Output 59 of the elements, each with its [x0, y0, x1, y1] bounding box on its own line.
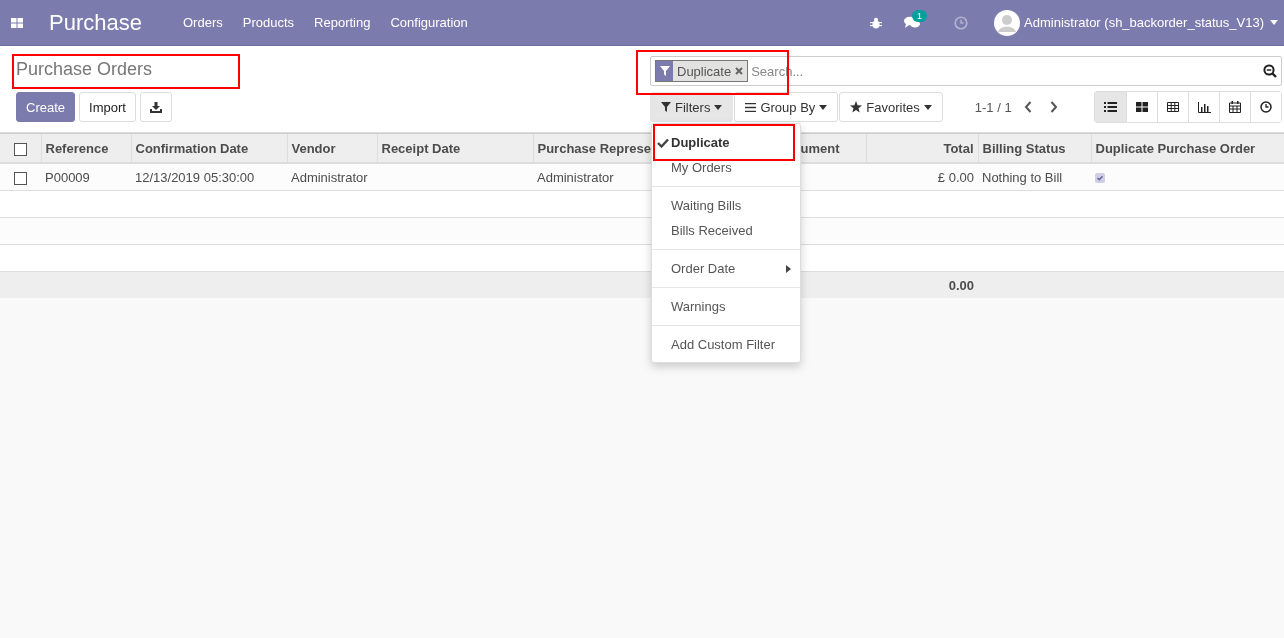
import-button[interactable]: Import: [79, 92, 136, 122]
create-button[interactable]: Create: [16, 92, 76, 122]
checkmark-icon: [657, 137, 669, 148]
table-cell: £ 0.00: [937, 169, 974, 185]
caret-icon[interactable]: [1270, 20, 1278, 25]
notification-badge: 1: [912, 10, 928, 22]
filter-option[interactable]: Duplicate: [652, 130, 800, 155]
total-sum: 0.00: [948, 277, 974, 293]
apps-menu-icon[interactable]: [11, 17, 23, 28]
select-all-checkbox[interactable]: [13, 142, 27, 156]
table-cell: 12/13/2019 05:30:00: [135, 169, 255, 185]
chevron-right-icon[interactable]: [1049, 101, 1058, 113]
pager-value: 1-1 / 1: [974, 99, 1012, 115]
column-header[interactable]: ument: [800, 140, 840, 156]
filter-facet[interactable]: Duplicate: [655, 60, 749, 82]
caret-icon: [714, 104, 723, 110]
view-switch-button[interactable]: [1250, 92, 1281, 122]
star-icon: [850, 101, 863, 113]
nav-menu-item[interactable]: Reporting: [304, 15, 381, 30]
table-icon: [1167, 102, 1179, 112]
row-checkbox[interactable]: [14, 171, 27, 185]
list-icon: [1104, 102, 1117, 112]
filter-option[interactable]: Order Date: [652, 256, 800, 281]
user-menu[interactable]: Administrator (sh_backorder_status_V13): [1024, 15, 1264, 30]
table-cell: Administrator: [537, 169, 614, 185]
view-switch-button[interactable]: [1095, 92, 1126, 122]
filter-option[interactable]: Warnings: [652, 294, 800, 319]
search-menu-button[interactable]: Filters: [650, 92, 734, 122]
search-icon[interactable]: [1263, 64, 1277, 78]
nav-menu-item[interactable]: Orders: [173, 15, 233, 30]
avatar-icon[interactable]: [994, 9, 1021, 36]
bug-icon[interactable]: [870, 16, 883, 29]
table-cell: P00009: [45, 169, 90, 185]
caret-icon: [923, 104, 932, 110]
search-menu-button[interactable]: Favorites: [839, 92, 943, 122]
filter-icon: [659, 66, 670, 76]
search-menu-button[interactable]: Group By: [734, 92, 839, 122]
grid-icon: [1136, 102, 1148, 112]
filter-option[interactable]: Add Custom Filter: [652, 332, 800, 357]
bar-chart-icon: [1197, 101, 1211, 113]
nav-menu-item[interactable]: Products: [232, 15, 305, 30]
filter-option[interactable]: Waiting Bills: [652, 193, 800, 218]
filter-option[interactable]: Bills Received: [652, 218, 800, 243]
download-button[interactable]: [139, 92, 172, 122]
download-icon: [149, 101, 162, 113]
filter-option[interactable]: My Orders: [652, 155, 800, 180]
table-cell: Administrator: [291, 169, 368, 185]
clock-icon: [1260, 101, 1272, 113]
filter-icon: [661, 102, 671, 112]
calendar-icon: [1229, 101, 1241, 113]
page-title: Purchase Orders: [16, 58, 153, 80]
caret-icon: [819, 104, 828, 110]
chevron-left-icon[interactable]: [1023, 101, 1032, 113]
remove-icon[interactable]: [735, 67, 744, 75]
column-header[interactable]: Total: [943, 140, 974, 156]
table-cell: Nothing to Bill: [982, 169, 1063, 185]
nav-menu-item[interactable]: Configuration: [380, 15, 478, 30]
bars-icon: [745, 102, 757, 112]
app-name: Purchase: [49, 9, 143, 36]
